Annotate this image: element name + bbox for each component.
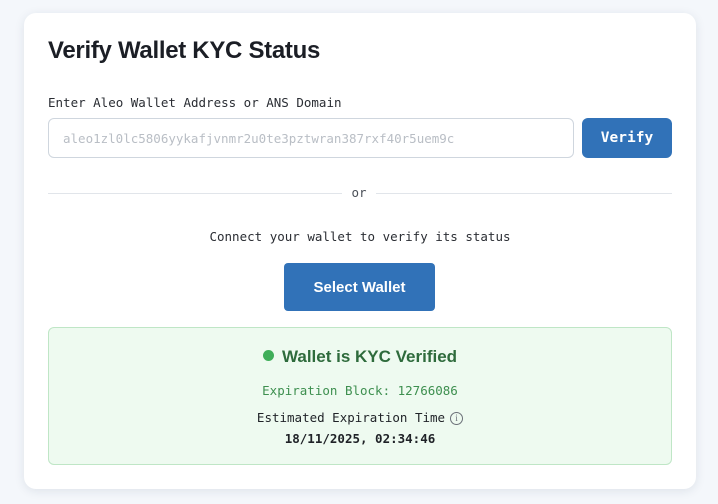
status-dot-icon [262,350,274,361]
kyc-status-panel: Wallet is KYC Verified Expiration Block:… [48,327,672,465]
address-field-label: Enter Aleo Wallet Address or ANS Domain [48,95,342,110]
status-heading: Wallet is KYC Verified [49,347,671,367]
expiration-block-text: Expiration Block: 12766086 [262,383,458,398]
status-heading-text: Wallet is KYC Verified [281,347,458,366]
divider-line-right [376,193,672,194]
estimated-expiration-row: Estimated Expiration Time i [49,410,671,425]
page-title: Verify Wallet KYC Status [48,37,320,64]
divider-line-left [48,193,342,194]
info-icon[interactable]: i [450,412,464,425]
wallet-address-input[interactable] [48,118,574,158]
verify-button[interactable]: Verify [582,118,672,158]
estimated-expiration-label: Estimated Expiration Time [256,410,446,425]
select-wallet-button[interactable]: Select Wallet [284,263,435,311]
connect-wallet-prompt: Connect your wallet to verify its status [209,229,511,244]
divider-or-text: or [351,185,367,200]
estimated-expiration-value: 18/11/2025, 02:34:46 [284,431,436,446]
kyc-verify-card: Verify Wallet KYC Status Enter Aleo Wall… [24,13,696,489]
